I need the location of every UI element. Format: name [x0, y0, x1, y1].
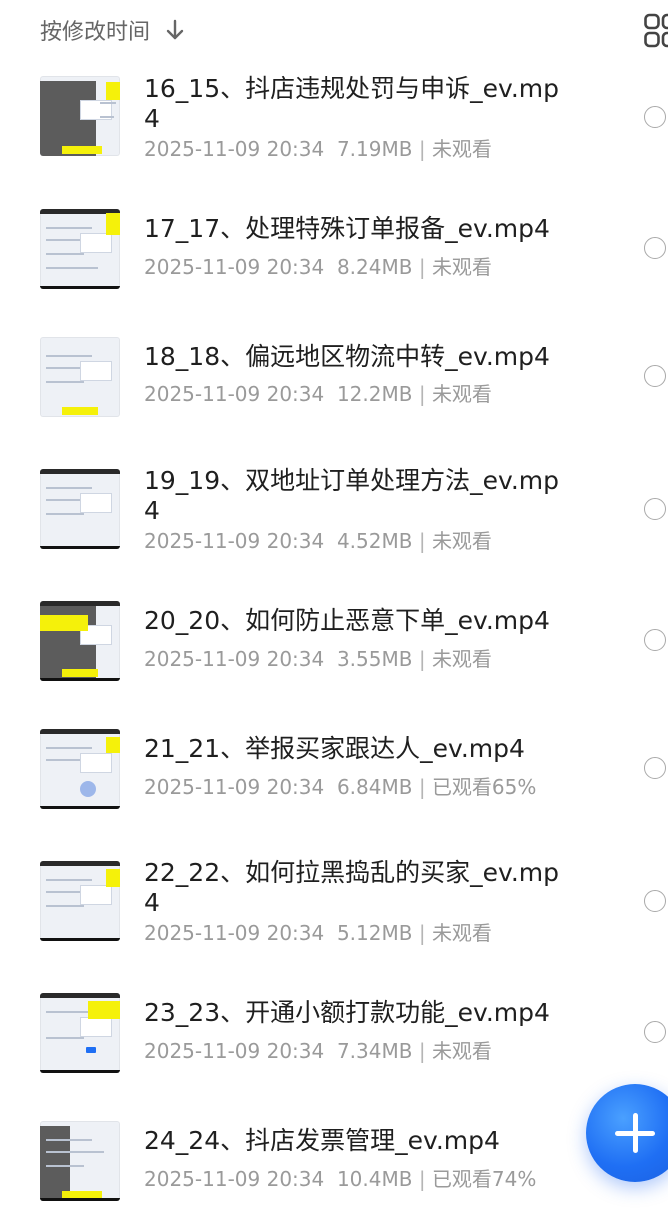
file-name: 17_17、处理特殊订单报备_ev.mp4	[144, 214, 550, 243]
meta-separator: |	[418, 1039, 426, 1063]
meta-separator: |	[418, 382, 426, 406]
file-name: 23_23、开通小额打款功能_ev.mp4	[144, 998, 550, 1027]
meta-separator: |	[418, 775, 426, 799]
file-meta: 2025-11-09 20:34 6.84MB | 已观看65%	[144, 773, 604, 801]
file-name: 16_15、抖店违规处罚与申诉_ev.mp4	[144, 74, 560, 133]
select-radio[interactable]	[644, 1021, 666, 1043]
grid-view-icon[interactable]	[643, 13, 668, 49]
select-radio[interactable]	[644, 237, 666, 259]
file-size: 7.19MB	[336, 137, 413, 161]
meta-separator: |	[418, 137, 426, 161]
watch-status: 未观看	[431, 921, 492, 945]
file-size: 10.4MB	[336, 1167, 413, 1191]
file-name: 22_22、如何拉黑捣乱的买家_ev.mp4	[144, 858, 560, 917]
file-meta: 2025-11-09 20:34 4.52MB | 未观看	[144, 527, 604, 555]
select-radio[interactable]	[644, 629, 666, 651]
select-radio[interactable]	[644, 365, 666, 387]
file-date: 2025-11-09 20:34	[144, 529, 325, 553]
file-meta: 2025-11-09 20:34 5.12MB | 未观看	[144, 919, 604, 947]
select-radio[interactable]	[644, 106, 666, 128]
meta-separator: |	[418, 1167, 426, 1191]
video-thumbnail	[40, 861, 120, 941]
file-date: 2025-11-09 20:34	[144, 921, 325, 945]
file-name: 19_19、双地址订单处理方法_ev.mp4	[144, 466, 560, 525]
watch-status: 已观看74%	[431, 1167, 537, 1191]
file-meta: 2025-11-09 20:34 8.24MB | 未观看	[144, 253, 604, 281]
sort-control[interactable]: 按修改时间	[40, 12, 186, 48]
file-meta: 2025-11-09 20:34 12.2MB | 未观看	[144, 380, 604, 408]
file-date: 2025-11-09 20:34	[144, 382, 325, 406]
file-meta: 2025-11-09 20:34 7.34MB | 未观看	[144, 1037, 604, 1065]
file-name: 24_24、抖店发票管理_ev.mp4	[144, 1126, 500, 1155]
file-name: 18_18、偏远地区物流中转_ev.mp4	[144, 342, 550, 371]
file-date: 2025-11-09 20:34	[144, 255, 325, 279]
watch-status: 未观看	[431, 255, 492, 279]
meta-separator: |	[418, 255, 426, 279]
meta-separator: |	[418, 647, 426, 671]
file-size: 3.55MB	[336, 647, 413, 671]
watch-status: 未观看	[431, 137, 492, 161]
file-size: 4.52MB	[336, 529, 413, 553]
video-thumbnail	[40, 337, 120, 417]
file-date: 2025-11-09 20:34	[144, 1039, 325, 1063]
video-thumbnail	[40, 469, 120, 549]
file-name: 20_20、如何防止恶意下单_ev.mp4	[144, 606, 550, 635]
sort-label[interactable]: 按修改时间	[40, 14, 150, 46]
meta-separator: |	[418, 529, 426, 553]
watch-status: 未观看	[431, 382, 492, 406]
watch-status: 已观看65%	[431, 775, 537, 799]
file-meta: 2025-11-09 20:34 3.55MB | 未观看	[144, 645, 604, 673]
file-date: 2025-11-09 20:34	[144, 775, 325, 799]
file-size: 12.2MB	[336, 382, 413, 406]
meta-separator: |	[418, 921, 426, 945]
file-meta: 2025-11-09 20:34 10.4MB | 已观看74%	[144, 1165, 604, 1193]
arrow-down-icon[interactable]	[164, 18, 186, 42]
watch-status: 未观看	[431, 647, 492, 671]
file-size: 6.84MB	[336, 775, 413, 799]
video-thumbnail	[40, 76, 120, 156]
video-thumbnail	[40, 729, 120, 809]
video-thumbnail	[40, 993, 120, 1073]
file-date: 2025-11-09 20:34	[144, 137, 325, 161]
file-size: 5.12MB	[336, 921, 413, 945]
select-radio[interactable]	[644, 890, 666, 912]
video-thumbnail	[40, 209, 120, 289]
file-date: 2025-11-09 20:34	[144, 647, 325, 671]
file-size: 7.34MB	[336, 1039, 413, 1063]
select-radio[interactable]	[644, 498, 666, 520]
watch-status: 未观看	[431, 529, 492, 553]
file-name: 21_21、举报买家跟达人_ev.mp4	[144, 734, 525, 763]
video-thumbnail	[40, 601, 120, 681]
file-size: 8.24MB	[336, 255, 413, 279]
file-list-screen: 按修改时间 16_15、抖店违规处罚与申诉_ev.mp4 2025-11-09 …	[0, 0, 668, 1209]
watch-status: 未观看	[431, 1039, 492, 1063]
video-thumbnail	[40, 1121, 120, 1201]
select-radio[interactable]	[644, 757, 666, 779]
file-meta: 2025-11-09 20:34 7.19MB | 未观看	[144, 135, 604, 163]
file-date: 2025-11-09 20:34	[144, 1167, 325, 1191]
